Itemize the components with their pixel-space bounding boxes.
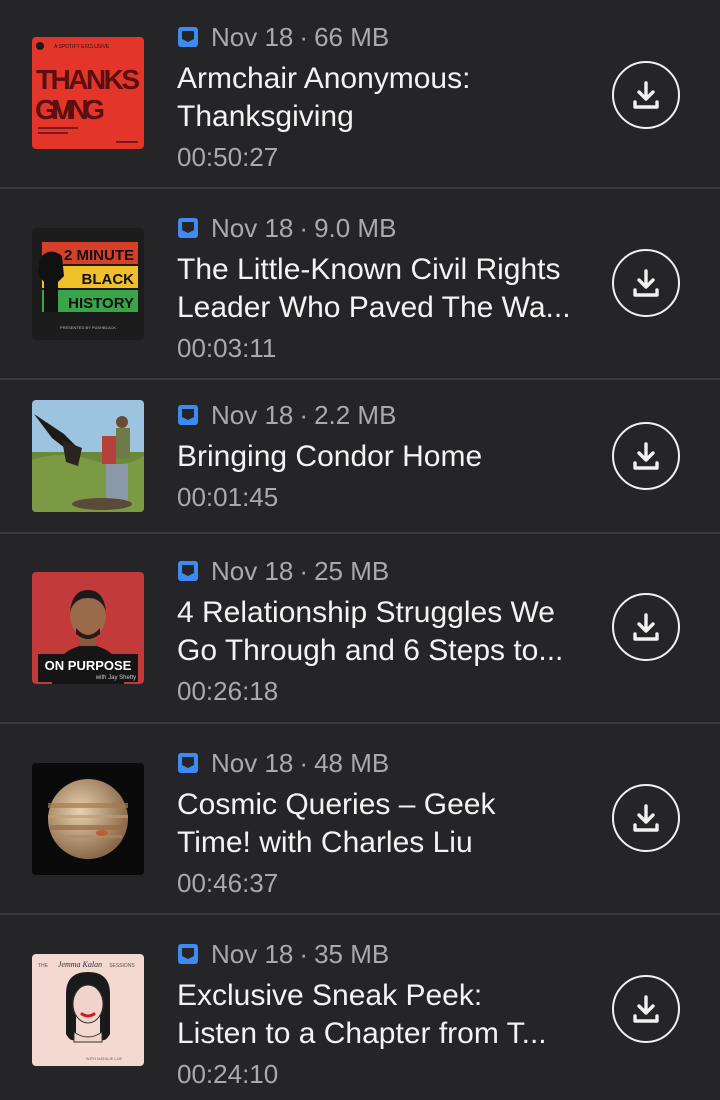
art-top-text: A SPOTIFY EXCLUSIVE	[54, 44, 110, 50]
episode-meta: Nov 18 · 2.2 MB	[177, 398, 597, 432]
episode-artwork-on-purpose: ON PURPOSE with Jay Shetty	[32, 572, 144, 684]
episode-duration: 00:03:11	[177, 333, 277, 363]
episode-row[interactable]: Nov 18 · 48 MB Cosmic Queries – Geek Time!…	[0, 724, 720, 915]
downloaded-icon	[178, 27, 198, 47]
downloaded-icon	[178, 944, 198, 964]
episode-artwork-jupiter	[32, 763, 144, 875]
art-footer: WITH NATALIE LUE	[86, 1056, 123, 1061]
episode-duration: 00:01:45	[177, 482, 279, 512]
episode-artwork-thanksgiving: A SPOTIFY EXCLUSIVE THANKS GIVING	[32, 37, 144, 149]
download-icon	[633, 995, 659, 1023]
episode-date: Nov 18	[211, 747, 294, 778]
art-line2: BLACK	[82, 271, 135, 288]
download-button[interactable]	[612, 422, 680, 490]
episode-title[interactable]: The Little-Known Civil Rights Leader Who…	[177, 251, 597, 327]
episode-duration: 00:26:18	[177, 676, 279, 706]
episode-list: A SPOTIFY EXCLUSIVE THANKS GIVING Nov 18…	[0, 0, 720, 1100]
art-line1: THANKS	[36, 64, 140, 95]
episode-meta: Nov 18 · 25 MB	[177, 554, 597, 588]
episode-row[interactable]: A SPOTIFY EXCLUSIVE THANKS GIVING Nov 18…	[0, 0, 720, 189]
episode-date: Nov 18	[211, 399, 294, 430]
episode-title[interactable]: Armchair Anonymous: Thanksgiving	[177, 60, 597, 136]
episode-title[interactable]: Cosmic Queries – Geek Time! with Charles…	[177, 786, 597, 862]
download-icon	[633, 81, 659, 109]
download-button[interactable]	[612, 975, 680, 1043]
episode-artwork-condor	[32, 400, 144, 512]
episode-size: 2.2 MB	[314, 399, 397, 430]
episode-size: 48 MB	[314, 747, 390, 778]
download-button[interactable]	[612, 61, 680, 129]
download-button[interactable]	[612, 593, 680, 661]
episode-row[interactable]: Nov 18 · 2.2 MB Bringing Condor Home 00:01…	[0, 380, 720, 534]
episode-meta: Nov 18 · 35 MB	[177, 937, 597, 971]
downloaded-icon	[178, 218, 198, 238]
episode-date: Nov 18	[211, 21, 294, 52]
episode-size: 35 MB	[314, 938, 390, 969]
episode-date: Nov 18	[211, 212, 294, 243]
art-line2: Jemma Kalan	[58, 960, 102, 969]
download-icon	[633, 804, 659, 832]
episode-title[interactable]: Exclusive Sneak Peek: Listen to a Chapte…	[177, 977, 597, 1053]
download-button[interactable]	[612, 249, 680, 317]
art-line1: 2 MINUTE	[64, 247, 134, 264]
episode-duration: 00:46:37	[177, 868, 279, 898]
art-footer: PRESENTED BY PUSHBLACK	[60, 325, 116, 330]
art-line2: GIVING	[35, 94, 105, 125]
episode-title[interactable]: Bringing Condor Home	[177, 438, 597, 476]
episode-meta: Nov 18 · 48 MB	[177, 746, 597, 780]
download-icon	[633, 442, 659, 470]
download-button[interactable]	[612, 784, 680, 852]
episode-size: 25 MB	[314, 555, 390, 586]
downloaded-icon	[178, 753, 198, 773]
episode-row[interactable]: 2 MINUTE BLACK HISTORY PRESENTED BY PUSH…	[0, 189, 720, 380]
episode-row[interactable]: ON PURPOSE with Jay Shetty Nov 18 · 25 MB …	[0, 534, 720, 724]
art-line2: with Jay Shetty	[95, 675, 136, 681]
episode-size: 9.0 MB	[314, 212, 397, 243]
episode-title[interactable]: 4 Relationship Struggles We Go Through a…	[177, 594, 597, 670]
art-line1: ON PURPOSE	[45, 658, 132, 673]
episode-duration: 00:24:10	[177, 1059, 279, 1089]
download-icon	[633, 613, 659, 641]
episode-size: 66 MB	[314, 21, 390, 52]
episode-row[interactable]: THE Jemma Kalan SESSIONS WITH NATALIE LU…	[0, 915, 720, 1100]
episode-duration: 00:50:27	[177, 142, 279, 172]
episode-date: Nov 18	[211, 555, 294, 586]
episode-meta: Nov 18 · 9.0 MB	[177, 211, 597, 245]
downloaded-icon	[178, 405, 198, 425]
art-line3: SESSIONS	[109, 963, 135, 969]
episode-meta: Nov 18 · 66 MB	[177, 20, 597, 54]
art-line3: HISTORY	[68, 295, 134, 312]
episode-artwork-2-minute-black-history: 2 MINUTE BLACK HISTORY PRESENTED BY PUSH…	[32, 228, 144, 340]
episode-artwork-sessions: THE Jemma Kalan SESSIONS WITH NATALIE LU…	[32, 954, 144, 1066]
download-icon	[633, 269, 659, 297]
downloaded-icon	[178, 561, 198, 581]
episode-date: Nov 18	[211, 938, 294, 969]
art-line1: THE	[38, 963, 49, 969]
